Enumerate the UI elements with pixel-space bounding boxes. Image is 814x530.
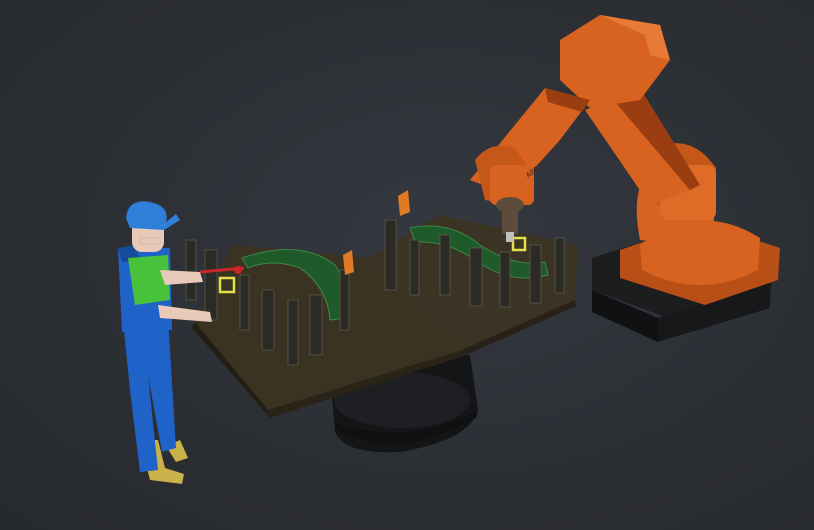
- operator-figure: [118, 201, 212, 484]
- industrial-robot: ABB: [470, 15, 716, 250]
- workcell-scene: ABB: [118, 15, 780, 484]
- cad-viewport[interactable]: ABB: [0, 0, 814, 530]
